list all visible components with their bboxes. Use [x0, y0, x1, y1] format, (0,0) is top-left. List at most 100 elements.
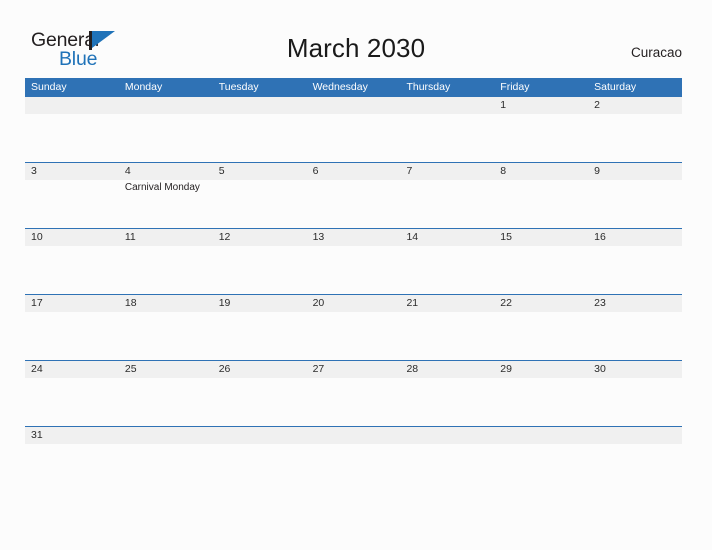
calendar-day-cell-28[interactable]: 28 — [400, 361, 495, 426]
calendar-day-cell-empty — [118, 97, 213, 162]
day-number: 10 — [31, 231, 43, 243]
calendar-day-cell-18[interactable]: 18 — [118, 295, 213, 360]
day-number: 14 — [406, 231, 419, 243]
weekday-header-row: Sunday Monday Tuesday Wednesday Thursday Frid… — [25, 78, 682, 96]
day-number: 4 — [124, 165, 131, 177]
page-header: General Blue March 2030 Curacao — [0, 0, 712, 78]
day-number: 9 — [594, 165, 600, 177]
calendar-day-cell-8[interactable]: 8 — [494, 163, 589, 228]
day-number: 17 — [31, 297, 43, 309]
calendar-day-cell-20[interactable]: 20 — [306, 295, 401, 360]
day-number-band — [212, 163, 307, 180]
weekday-header-saturday: Saturday — [594, 81, 637, 93]
day-number-band — [400, 163, 495, 180]
calendar-day-cell-16[interactable]: 16 — [588, 229, 683, 294]
calendar-day-cell-24[interactable]: 24 — [25, 361, 119, 426]
day-number: 16 — [594, 231, 606, 243]
day-number-band — [494, 427, 589, 444]
calendar-day-cell-2[interactable]: 2 — [588, 97, 683, 162]
day-number: 13 — [312, 231, 325, 243]
calendar-page: General Blue March 2030 Curacao Sunday Mo… — [0, 0, 712, 550]
day-number-band — [494, 97, 589, 114]
calendar-week-row: 12 — [25, 96, 683, 162]
calendar-day-cell-empty — [494, 427, 589, 449]
calendar-week-cells: 17 18 19 20 21 22 23 — [25, 295, 683, 360]
calendar-day-cell-1[interactable]: 1 — [494, 97, 589, 162]
calendar-day-cell-6[interactable]: 6 — [306, 163, 401, 228]
day-number-band — [118, 163, 213, 180]
day-number-band — [118, 97, 213, 114]
calendar-day-cell-25[interactable]: 25 — [118, 361, 213, 426]
calendar-day-cell-empty — [212, 427, 307, 449]
day-number: 25 — [124, 363, 137, 375]
calendar-day-cell-12[interactable]: 12 — [212, 229, 307, 294]
calendar-week-row: 24 25 26 27 28 29 30 — [25, 360, 683, 426]
day-number: 30 — [594, 363, 606, 375]
day-number: 7 — [406, 165, 413, 177]
calendar-day-cell-empty — [25, 97, 119, 162]
day-number: 23 — [594, 297, 606, 309]
calendar-day-cell-empty — [118, 427, 213, 449]
day-number-band — [25, 163, 119, 180]
calendar-event[interactable]: Carnival Monday — [125, 181, 210, 194]
day-number-band — [306, 427, 401, 444]
weekday-header-thursday: Thursday — [406, 81, 451, 93]
calendar-day-cell-empty — [400, 427, 495, 449]
day-number-band — [118, 427, 213, 444]
calendar-day-cell-4[interactable]: 4 Carnival Monday — [118, 163, 213, 228]
day-number-band — [400, 427, 495, 444]
calendar-week-cells: 3 4 Carnival Monday 5 6 7 8 9 — [25, 163, 683, 228]
day-number-band — [588, 97, 683, 114]
day-number-band — [494, 163, 589, 180]
day-number: 1 — [500, 99, 507, 111]
day-number: 5 — [218, 165, 225, 177]
calendar-day-cell-empty — [306, 97, 401, 162]
day-number: 3 — [31, 165, 37, 177]
calendar-day-cell-empty — [588, 427, 683, 449]
calendar-week-cells: 10 11 12 13 14 15 16 — [25, 229, 683, 294]
day-number-band — [306, 97, 401, 114]
calendar-day-cell-31[interactable]: 31 — [25, 427, 119, 449]
day-number: 20 — [312, 297, 325, 309]
calendar-day-cell-29[interactable]: 29 — [494, 361, 589, 426]
calendar-day-cell-22[interactable]: 22 — [494, 295, 589, 360]
day-number: 22 — [500, 297, 512, 309]
day-number-band — [25, 97, 119, 114]
calendar-day-cell-10[interactable]: 10 — [25, 229, 119, 294]
calendar-day-cell-26[interactable]: 26 — [212, 361, 307, 426]
calendar-day-cell-5[interactable]: 5 — [212, 163, 307, 228]
calendar-week-row: 31 — [25, 426, 683, 449]
day-number-band — [588, 427, 683, 444]
day-number: 12 — [218, 231, 231, 243]
day-number: 26 — [218, 363, 231, 375]
calendar-day-cell-21[interactable]: 21 — [400, 295, 495, 360]
day-number: 27 — [312, 363, 325, 375]
day-number: 8 — [500, 165, 507, 177]
calendar-day-cell-17[interactable]: 17 — [25, 295, 119, 360]
calendar-day-cell-27[interactable]: 27 — [306, 361, 401, 426]
weekday-header-friday: Friday — [500, 81, 530, 93]
calendar-day-cell-7[interactable]: 7 — [400, 163, 495, 228]
calendar-day-cell-9[interactable]: 9 — [588, 163, 683, 228]
calendar-day-cell-11[interactable]: 11 — [118, 229, 213, 294]
location-label: Curacao — [630, 45, 682, 60]
day-number: 15 — [500, 231, 512, 243]
calendar-week-row: 17 18 19 20 21 22 23 — [25, 294, 683, 360]
weekday-header-monday: Monday — [124, 81, 163, 93]
calendar-day-cell-13[interactable]: 13 — [306, 229, 401, 294]
calendar-week-row: 3 4 Carnival Monday 5 6 7 8 9 — [25, 162, 683, 228]
page-title: March 2030 — [286, 33, 426, 63]
day-number-band — [306, 163, 401, 180]
day-number-band — [588, 163, 683, 180]
calendar-day-cell-19[interactable]: 19 — [212, 295, 307, 360]
calendar-day-cell-14[interactable]: 14 — [400, 229, 495, 294]
calendar-day-cell-23[interactable]: 23 — [588, 295, 683, 360]
day-number: 18 — [124, 297, 137, 309]
calendar-day-cell-30[interactable]: 30 — [588, 361, 683, 426]
day-number: 19 — [218, 297, 231, 309]
calendar-day-cell-3[interactable]: 3 — [25, 163, 119, 228]
calendar-weeks: 1 2 3 4 Carnival Monday 5 6 7 8 9 10 11 12 13 14 15 16 17… — [25, 96, 683, 449]
calendar-week-cells: 31 — [25, 427, 683, 449]
calendar-day-cell-15[interactable]: 15 — [494, 229, 589, 294]
weekday-header-wednesday: Wednesday — [312, 81, 368, 93]
